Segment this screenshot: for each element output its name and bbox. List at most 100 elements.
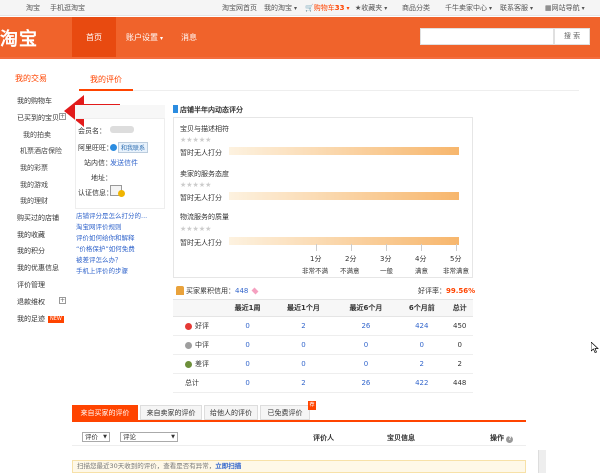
user-panel-header	[75, 105, 165, 119]
tab-from-buyers[interactable]: 来自买家的评价	[72, 405, 138, 420]
sidebar-item-refunds[interactable]: 退款维权	[17, 297, 45, 307]
sidebar-item-reviews[interactable]: 评价管理	[17, 280, 45, 290]
sidebar-item-bought[interactable]: 已买到的宝贝	[17, 113, 59, 123]
table-cell[interactable]: 0	[223, 335, 273, 355]
tab-my-reviews[interactable]: 我的评价	[79, 73, 133, 91]
scrollbar[interactable]	[538, 450, 546, 473]
table-cell[interactable]: 0	[334, 335, 398, 355]
nav-account-settings[interactable]: 账户设置 ▾	[126, 32, 163, 43]
sidebar-item-footprint[interactable]: 我的足迹 NEW	[17, 314, 64, 324]
sidebar-item-finance[interactable]: 我的理财	[20, 196, 48, 206]
sidebar-item-games[interactable]: 我的游戏	[20, 180, 48, 190]
good-rate: 好评率：99.56%	[418, 287, 476, 295]
diamond-icon	[251, 287, 259, 295]
table-cell[interactable]: 26	[334, 316, 398, 336]
topbar-taobao-home[interactable]: 淘宝网首页	[222, 3, 257, 13]
sidebar-item-favorites[interactable]: 我的收藏	[17, 230, 45, 240]
scale-tick	[421, 244, 422, 251]
table-cell[interactable]: 0	[272, 354, 335, 374]
sidebar-item-travel[interactable]: 机票酒店保险	[20, 146, 62, 156]
scale-num: 1分	[310, 255, 322, 263]
rating-bar	[229, 147, 459, 155]
table-header: 最近1个月	[272, 299, 335, 317]
table-header: 最近6个月	[334, 299, 398, 317]
sidebar-item-shops[interactable]: 购买过的店铺	[17, 213, 59, 223]
faq-link[interactable]: 店铺评分是怎么打分的...	[76, 210, 147, 220]
topbar-my-taobao[interactable]: 我的淘宝 ▾	[264, 3, 297, 13]
scale-word: 不满意	[340, 267, 360, 275]
wangwang-contact[interactable]: 和我联系	[110, 142, 149, 153]
sidebar-item-coupons[interactable]: 我的优惠信息	[17, 263, 59, 273]
topbar-site-nav[interactable]: ▦网站导航 ▾	[545, 3, 585, 13]
rating-stars: ★★★★★	[180, 136, 212, 144]
topbar-home-link[interactable]: 淘宝	[26, 3, 40, 13]
scale-word: 非常不满	[302, 267, 328, 275]
faq-link[interactable]: “价格保护”如何免费	[76, 243, 135, 253]
table-cell[interactable]: 2	[397, 354, 447, 374]
rating-title-icon	[173, 105, 178, 113]
faq-link[interactable]: 淘宝网评价规则	[76, 221, 122, 231]
grid-icon: ▦	[545, 4, 552, 12]
review-type-select[interactable]: 评价 ▼	[82, 432, 110, 442]
topbar-mobile-link[interactable]: 手机逛淘宝	[50, 3, 85, 13]
site-msg-label: 站内信：	[84, 159, 112, 167]
sidebar-item-lottery[interactable]: 我的彩票	[20, 163, 48, 173]
table-cell[interactable]: 2	[272, 316, 335, 336]
topbar-categories[interactable]: 商品分类	[402, 3, 430, 13]
table-cell[interactable]: 422	[397, 373, 447, 393]
table-cell[interactable]: 0	[223, 316, 273, 336]
table-cell[interactable]: 0	[223, 354, 273, 374]
scale-num: 4分	[415, 255, 427, 263]
table-cell[interactable]: 0	[334, 354, 398, 374]
rating-bar	[229, 237, 459, 245]
table-cell: 448	[446, 373, 473, 393]
table-cell[interactable]: 424	[397, 316, 447, 336]
table-cell[interactable]: 0	[272, 335, 335, 355]
faq-link[interactable]: 评价如何给你和解释	[76, 232, 135, 242]
sidebar-item-auction[interactable]: 我的拍卖	[23, 130, 51, 140]
row-label: 好评	[173, 316, 223, 336]
sidebar-item-points[interactable]: 我的积分	[17, 246, 45, 256]
sidebar-item-cart[interactable]: 我的购物车	[17, 96, 52, 106]
table-cell[interactable]: 26	[334, 373, 398, 393]
tab-from-sellers[interactable]: 来自卖家的评价	[140, 405, 202, 420]
rating-stars: ★★★★★	[180, 181, 212, 189]
scale-num: 5分	[450, 255, 462, 263]
scan-now-link[interactable]: 立即扫描	[215, 462, 241, 470]
chevron-down-icon: ▼	[171, 434, 175, 440]
chevron-down-icon: ▼	[103, 434, 107, 440]
table-header: 总计	[446, 299, 473, 317]
tab-free-reviews[interactable]: 已免费评价	[260, 405, 310, 420]
table-cell: 450	[446, 316, 473, 336]
table-cell[interactable]: 0	[223, 373, 273, 393]
nav-home[interactable]: 首页	[86, 32, 102, 43]
table-cell[interactable]: 2	[272, 373, 335, 393]
table-row: 好评 0 2 26 424 450	[173, 316, 473, 336]
credit-title: 买家累积信用：448	[186, 286, 259, 296]
search-button[interactable]: 搜 索	[554, 28, 590, 45]
topbar-seller-center[interactable]: 千牛卖家中心 ▾	[445, 3, 492, 13]
nav-messages[interactable]: 消息	[181, 32, 197, 43]
table-row: 差评 0 0 0 2 2	[173, 354, 473, 374]
comment-select[interactable]: 评论 ▼	[120, 432, 178, 442]
scan-notice: 扫描您最近30天收到的评价，查看是否有异常，立即扫描	[72, 460, 526, 473]
top-bar: 淘宝 手机逛淘宝 淘宝网首页 我的淘宝 ▾ 🛒购物车33 ▾ ★收藏夹 ▾ 商品分类 …	[0, 0, 600, 16]
search-input[interactable]	[420, 28, 554, 45]
tab-to-others[interactable]: 给他人的评价	[204, 405, 258, 420]
help-icon[interactable]: ?	[506, 436, 514, 443]
good-review-icon	[185, 322, 192, 330]
col-item: 宝贝信息	[387, 434, 415, 442]
table-cell: 2	[446, 354, 473, 374]
send-letter-link[interactable]: 发送信件	[110, 158, 138, 168]
topbar-cart[interactable]: 🛒购物车33 ▾	[305, 3, 349, 13]
topbar-contact[interactable]: 联系客服 ▾	[500, 3, 533, 13]
faq-link[interactable]: 手机上评价的步骤	[76, 265, 128, 275]
table-cell[interactable]: 0	[397, 335, 447, 355]
new-badge: NEW	[48, 315, 64, 323]
taobao-logo[interactable]: 淘宝	[0, 25, 38, 51]
faq-link[interactable]: 被差评怎么办？	[76, 254, 122, 264]
topbar-favorites[interactable]: ★收藏夹 ▾	[355, 3, 387, 13]
rating-value: 暂时无人打分	[180, 149, 222, 157]
sidebar-title[interactable]: 我的交易	[15, 73, 47, 84]
expand-icon[interactable]: +	[59, 297, 66, 304]
